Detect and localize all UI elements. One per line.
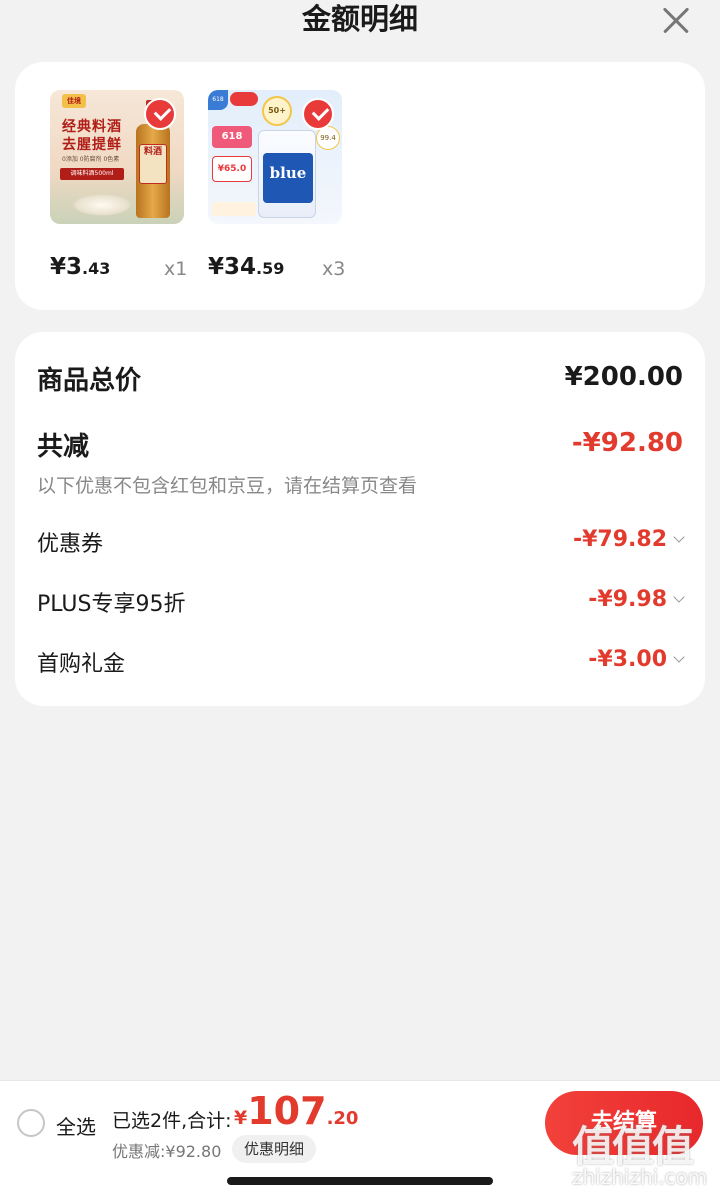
product-list-card: 佳境 经典料酒 去腥提鲜 0添加 0防腐剂 0色素 调味料酒500ml 料酒 ¥… xyxy=(15,62,705,310)
dumplings-illustration xyxy=(72,194,132,216)
image-tags: 0添加 0防腐剂 0色素 xyxy=(62,156,120,163)
close-icon[interactable] xyxy=(660,4,692,36)
total-reduction-label: 共减 xyxy=(37,432,90,462)
amount-detail-page: 金额明细 佳境 经典料酒 去腥提鲜 0添加 0防腐剂 0色素 调味料酒500ml… xyxy=(0,0,720,1195)
total-price-label: 商品总价 xyxy=(37,366,142,396)
bag-brand: blue xyxy=(263,153,313,203)
chevron-down-icon xyxy=(673,651,685,663)
product-quantity: x1 xyxy=(164,258,188,280)
product-price: ¥34.59 xyxy=(208,254,284,280)
first-purchase-gift-row[interactable]: -¥3.00 xyxy=(588,647,685,672)
select-all-checkbox[interactable] xyxy=(17,1109,45,1137)
page-title: 金额明细 xyxy=(301,2,418,36)
image-slogan-line2: 去腥提鲜 xyxy=(62,137,122,153)
selected-count-text: 已选2件,合计: xyxy=(112,1110,232,1132)
corner-tag: 618 xyxy=(208,90,228,110)
coupon-label: 优惠券 xyxy=(37,532,104,557)
milk-bag-illustration: blue xyxy=(258,130,316,218)
select-all-label[interactable]: 全选 xyxy=(56,1111,96,1140)
price-summary-card: 商品总价 ¥200.00 共减 -¥92.80 以下优惠不包含红包和京豆，请在结… xyxy=(15,332,705,706)
price-integer: ¥34 xyxy=(208,254,257,280)
age-badge: 50+ xyxy=(262,96,292,126)
total-decimal: .20 xyxy=(326,1108,359,1129)
product-price: ¥3.43 xyxy=(50,254,110,280)
check-icon[interactable] xyxy=(144,98,176,130)
price-decimal: .43 xyxy=(82,259,111,278)
total-reduction-value: -¥92.80 xyxy=(571,428,683,458)
first-purchase-gift-label: 首购礼金 xyxy=(37,652,126,677)
coupon-row[interactable]: -¥79.82 xyxy=(572,527,685,552)
product-quantity: x3 xyxy=(322,258,346,280)
image-footer xyxy=(212,202,256,216)
image-slogan-line1: 经典料酒 xyxy=(62,119,122,135)
discount-note: 以下优惠不包含红包和京豆，请在结算页查看 xyxy=(37,475,418,497)
first-purchase-gift-value: -¥3.00 xyxy=(588,647,667,672)
plus-discount-row[interactable]: -¥9.98 xyxy=(588,587,685,612)
discount-detail-button[interactable]: 优惠明细 xyxy=(232,1135,317,1163)
image-price-box: ¥65.0 xyxy=(212,156,252,182)
checkout-bar: 全选 已选2件,合计: ¥107.20 优惠减:¥92.80 优惠明细 去结算 … xyxy=(0,1080,720,1195)
watermark-url: zhizhizhi.com xyxy=(572,1165,708,1189)
plus-discount-value: -¥9.98 xyxy=(588,587,667,612)
price-decimal: .59 xyxy=(256,259,285,278)
product-image[interactable]: 618 50+ 618 ¥65.0 blue 99.4 xyxy=(208,90,342,224)
header: 金额明细 xyxy=(0,0,720,40)
total-currency: ¥ xyxy=(234,1107,248,1129)
chevron-down-icon xyxy=(673,531,685,543)
check-icon[interactable] xyxy=(302,98,334,130)
product-image[interactable]: 佳境 经典料酒 去腥提鲜 0添加 0防腐剂 0色素 调味料酒500ml 料酒 xyxy=(50,90,184,224)
total-price-value: ¥200.00 xyxy=(564,362,683,392)
plus-discount-label: PLUS专享95折 xyxy=(37,592,186,617)
bottle-label: 料酒 xyxy=(139,144,167,184)
total-integer: 107 xyxy=(247,1089,327,1133)
promo-tag: 618 xyxy=(212,126,252,148)
brand-logo xyxy=(230,92,258,106)
discount-summary: 优惠减:¥92.80 xyxy=(112,1142,222,1161)
coupon-value: -¥79.82 xyxy=(572,527,667,552)
image-label: 调味料酒500ml xyxy=(60,168,124,180)
brand-logo: 佳境 xyxy=(62,94,86,108)
total-amount: ¥107.20 xyxy=(234,1089,358,1133)
home-indicator[interactable] xyxy=(227,1177,493,1185)
price-integer: ¥3 xyxy=(50,254,83,280)
chevron-down-icon xyxy=(673,591,685,603)
